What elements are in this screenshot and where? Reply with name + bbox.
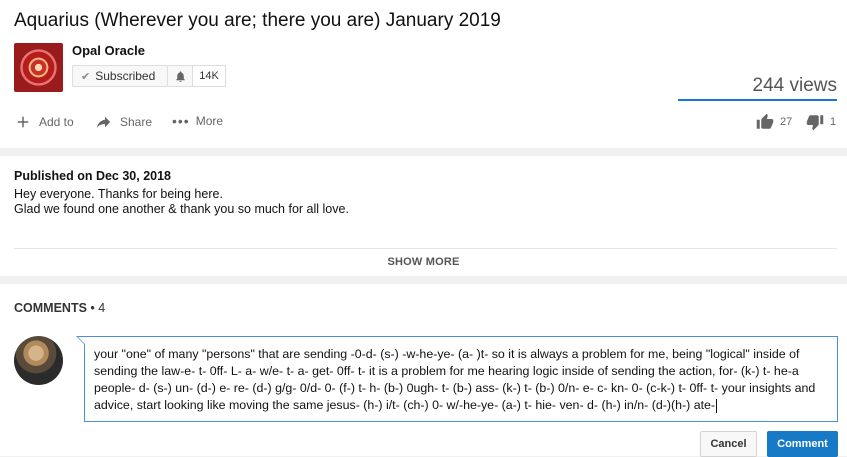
- checkmark-icon: ✔: [81, 70, 91, 83]
- comment-input[interactable]: your "one" of many "persons" that are se…: [84, 336, 838, 422]
- thumbs-up-icon: [756, 113, 774, 129]
- dislike-button[interactable]: 1: [806, 113, 836, 131]
- comment-box-notch-inner: [78, 337, 85, 344]
- user-avatar: [14, 336, 63, 385]
- plus-icon: [17, 116, 29, 128]
- channel-avatar[interactable]: [14, 43, 63, 92]
- comments-header: COMMENTS • 4: [14, 301, 105, 315]
- divider: [14, 248, 837, 249]
- sentiment-bar: [678, 99, 837, 101]
- more-button[interactable]: ••• More: [172, 113, 223, 129]
- publish-date: Published on Dec 30, 2018: [14, 169, 172, 183]
- video-info-panel: Aquarius (Wherever you are; there you ar…: [0, 0, 847, 148]
- channel-name[interactable]: Opal Oracle: [72, 43, 145, 58]
- description-line-2: Glad we found one another & thank you so…: [14, 202, 349, 216]
- video-title: Aquarius (Wherever you are; there you ar…: [14, 10, 501, 31]
- cancel-button[interactable]: Cancel: [700, 431, 757, 457]
- view-count: 244 views: [752, 75, 838, 96]
- add-to-label: Add to: [39, 115, 74, 129]
- more-label: More: [195, 114, 224, 128]
- subscribed-label: Subscribed: [95, 69, 156, 83]
- like-count: 27: [780, 116, 793, 128]
- description-panel: Published on Dec 30, 2018 Hey everyone. …: [0, 156, 847, 276]
- show-more-button[interactable]: SHOW MORE: [0, 256, 847, 268]
- share-label: Share: [120, 115, 153, 129]
- share-icon: [96, 116, 111, 128]
- comments-panel: COMMENTS • 4 your "one" of many "persons…: [0, 284, 847, 457]
- thumbs-down-icon: [806, 115, 824, 131]
- share-button[interactable]: Share: [94, 113, 152, 131]
- comments-count: • 4: [90, 301, 106, 315]
- more-dots-icon: •••: [172, 113, 190, 129]
- text-cursor: [716, 398, 718, 413]
- comments-title: COMMENTS: [14, 301, 87, 315]
- add-to-button[interactable]: Add to: [14, 113, 74, 131]
- comment-submit-button[interactable]: Comment: [767, 431, 838, 457]
- bell-icon: [175, 70, 185, 82]
- description-line-1: Hey everyone. Thanks for being here.: [14, 187, 223, 201]
- subscribed-button[interactable]: ✔ Subscribed: [72, 65, 168, 87]
- notification-bell-button[interactable]: [168, 65, 193, 87]
- like-button[interactable]: 27: [756, 113, 792, 131]
- subscriber-count: 14K: [193, 65, 226, 87]
- comment-draft-text: your "one" of many "persons" that are se…: [94, 347, 816, 412]
- dislike-count: 1: [830, 116, 837, 128]
